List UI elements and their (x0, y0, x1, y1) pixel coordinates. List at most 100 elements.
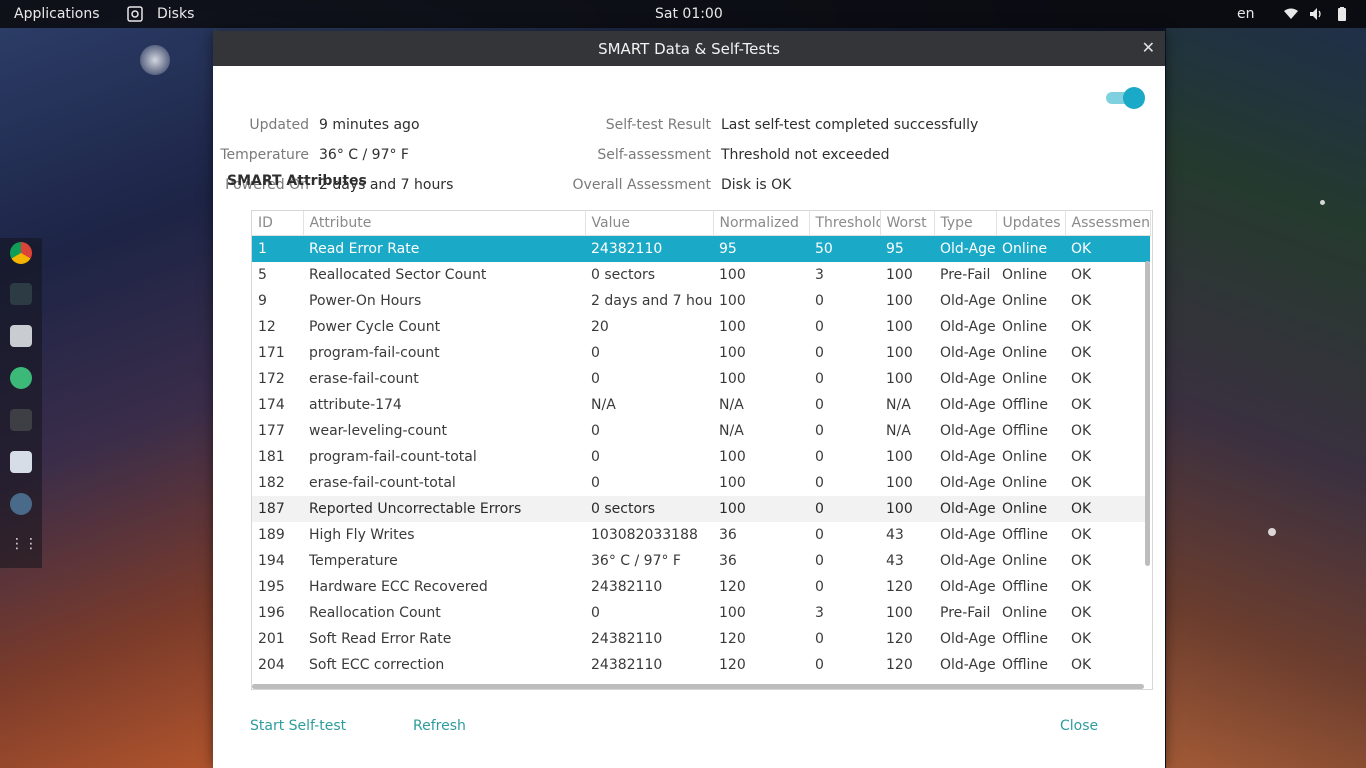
chrome-icon[interactable] (10, 242, 32, 264)
cell-id: 5 (258, 267, 267, 283)
table-row[interactable]: 171 program-fail-count 0 100 0 100 Old-Age Onli… (252, 340, 1150, 366)
cell-type: Old-Age (940, 449, 996, 465)
cell-id: 174 (258, 397, 285, 413)
column-header-value[interactable]: Value (585, 211, 714, 236)
table-row[interactable]: 12 Power Cycle Count 20 100 0 100 Old-Age Onlin… (252, 314, 1150, 340)
cell-id: 171 (258, 345, 285, 361)
table-row[interactable]: 201 Soft Read Error Rate 24382110 120 0 120 Ol… (252, 626, 1150, 652)
cell-attribute: Read Error Rate (303, 235, 585, 262)
server-icon[interactable] (10, 451, 32, 473)
close-button[interactable]: Close (1060, 718, 1098, 734)
cell-normalized: 120 (719, 631, 746, 647)
vertical-scrollbar[interactable] (1145, 261, 1150, 566)
cell-normalized: 100 (719, 345, 746, 361)
disks-app-icon[interactable] (127, 6, 143, 26)
cell-assessment: OK (1071, 631, 1092, 647)
cell-type: Old-Age (940, 397, 996, 413)
battery-icon[interactable] (1338, 7, 1346, 25)
language-indicator[interactable]: en (1237, 6, 1255, 22)
cell-type: Old-Age (940, 631, 996, 647)
wallpaper-sparkle (140, 45, 170, 75)
table-row[interactable]: 195 Hardware ECC Recovered 24382110 120 0 120… (252, 574, 1150, 600)
cell-assessment: OK (1071, 553, 1092, 569)
cell-attribute: erase-fail-count-total (309, 475, 456, 491)
cell-worst: N/A (886, 423, 911, 439)
table-row[interactable]: 194 Temperature 36° C / 97° F 36 0 43 Old-Age O… (252, 548, 1150, 574)
table-row[interactable]: 187 Reported Uncorrectable Errors 0 sector… (252, 496, 1150, 522)
cell-worst: 43 (886, 527, 904, 543)
cell-attribute: erase-fail-count (309, 371, 419, 387)
disks-icon[interactable] (10, 493, 32, 515)
cell-updates: Online (1002, 293, 1048, 309)
app-name[interactable]: Disks (157, 6, 194, 22)
table-row[interactable]: 189 High Fly Writes 103082033188 36 0 43 Old-A… (252, 522, 1150, 548)
terminal-icon[interactable] (10, 283, 32, 305)
cell-attribute: Soft ECC correction (309, 657, 445, 673)
cell-id: 181 (258, 449, 285, 465)
table-row[interactable]: 177 wear-leveling-count 0 N/A 0 N/A Old-Age Off… (252, 418, 1150, 444)
dialog-title: SMART Data & Self-Tests (598, 40, 780, 58)
horizontal-scrollbar[interactable] (252, 684, 1144, 689)
cat-icon[interactable] (10, 409, 32, 431)
table-row[interactable]: 5 Reallocated Sector Count 0 sectors 100 3 10… (252, 262, 1150, 288)
cell-type: Pre-Fail (940, 267, 991, 283)
column-header-assessment[interactable]: Assessment (1065, 211, 1151, 236)
cell-threshold: 0 (815, 345, 824, 361)
applications-menu[interactable]: Applications (14, 6, 100, 22)
cell-assessment: OK (1071, 475, 1092, 491)
cell-worst: 95 (880, 235, 934, 262)
column-header-normalized[interactable]: Normalized (713, 211, 810, 236)
cell-assessment: OK (1071, 657, 1092, 673)
column-header-worst[interactable]: Worst (880, 211, 935, 236)
volume-icon[interactable] (1309, 7, 1323, 25)
cell-attribute: Reallocated Sector Count (309, 267, 487, 283)
smart-enabled-switch[interactable] (1106, 87, 1146, 109)
cell-updates: Online (1002, 475, 1048, 491)
cell-attribute: Temperature (309, 553, 398, 569)
atom-icon[interactable] (10, 367, 32, 389)
column-header-threshold[interactable]: Threshold (809, 211, 881, 236)
start-self-test-button[interactable]: Start Self-test (250, 718, 346, 734)
smart-attributes-table[interactable]: ID Attribute Value Normalized Threshold … (251, 210, 1153, 690)
cell-assessment: OK (1071, 397, 1092, 413)
dialog-titlebar[interactable]: SMART Data & Self-Tests ✕ (213, 31, 1165, 66)
cell-updates: Offline (1002, 631, 1048, 647)
close-icon[interactable]: ✕ (1142, 38, 1155, 57)
cell-updates: Online (1002, 319, 1048, 335)
cell-worst: 120 (886, 579, 913, 595)
wifi-icon[interactable] (1284, 8, 1298, 24)
table-row[interactable]: 172 erase-fail-count 0 100 0 100 Old-Age Online… (252, 366, 1150, 392)
table-row[interactable]: 181 program-fail-count-total 0 100 0 100 Old-A… (252, 444, 1150, 470)
cell-attribute: Power Cycle Count (309, 319, 441, 335)
cell-id: 189 (258, 527, 285, 543)
files-icon[interactable] (10, 325, 32, 347)
cell-normalized: 100 (719, 475, 746, 491)
cell-updates: Online (1002, 345, 1048, 361)
cell-type: Old-Age (934, 235, 996, 262)
cell-id: 201 (258, 631, 285, 647)
cell-worst: 100 (886, 475, 913, 491)
table-row[interactable]: 182 erase-fail-count-total 0 100 0 100 Old-Age… (252, 470, 1150, 496)
cell-value: 0 (591, 449, 600, 465)
temperature-label: Temperature (220, 147, 309, 163)
column-header-type[interactable]: Type (934, 211, 997, 236)
cell-updates: Offline (1002, 657, 1048, 673)
cell-worst: 43 (886, 553, 904, 569)
self-test-result-value: Last self-test completed successfully (721, 117, 979, 133)
column-header-attribute[interactable]: Attribute (303, 211, 586, 236)
updated-label: Updated (249, 117, 309, 133)
refresh-button[interactable]: Refresh (413, 718, 466, 734)
app-grid-icon[interactable]: ⋮⋮ (10, 536, 38, 558)
table-row[interactable]: 1 Read Error Rate 24382110 95 50 95 Old-Age Onl… (252, 235, 1150, 262)
cell-type: Old-Age (940, 579, 996, 595)
cell-normalized: 95 (713, 235, 809, 262)
cell-assessment: OK (1071, 345, 1092, 361)
table-row[interactable]: 9 Power-On Hours 2 days and 7 hours 100 0 100… (252, 288, 1150, 314)
table-row[interactable]: 196 Reallocation Count 0 100 3 100 Pre-Fail Onl… (252, 600, 1150, 626)
column-header-updates[interactable]: Updates (996, 211, 1066, 236)
table-row[interactable]: 204 Soft ECC correction 24382110 120 0 120 Old… (252, 652, 1150, 678)
column-header-id[interactable]: ID (252, 211, 304, 236)
table-row[interactable]: 174 attribute-174 N/A N/A 0 N/A Old-Age Offline… (252, 392, 1150, 418)
cell-threshold: 0 (809, 496, 880, 522)
clock[interactable]: Sat 01:00 (655, 6, 723, 22)
